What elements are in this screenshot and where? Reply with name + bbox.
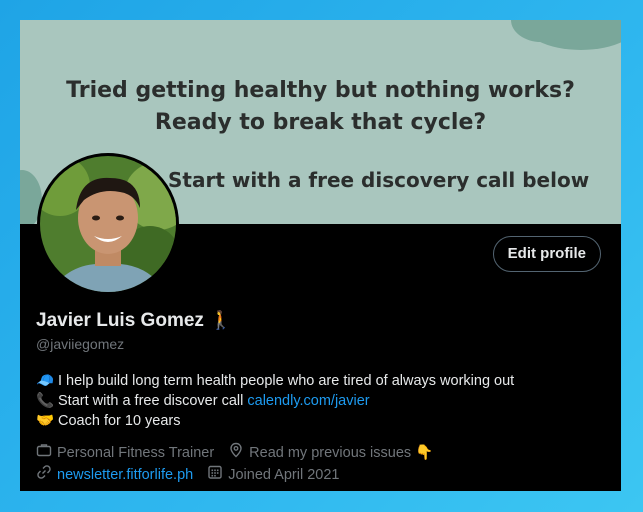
banner-headline: Tried getting healthy but nothing works?… bbox=[20, 75, 621, 139]
bio-line: 📞 Start with a free discover call calendl… bbox=[36, 391, 514, 411]
bio-line: 🤝 Coach for 10 years bbox=[36, 411, 514, 431]
meta-row: newsletter.fitforlife.ph Joined April 20… bbox=[36, 464, 433, 486]
bio-text: Start with a free discover call bbox=[58, 393, 248, 409]
briefcase-icon bbox=[36, 442, 52, 464]
meta-category: Personal Fitness Trainer bbox=[57, 444, 215, 461]
handshake-icon: 🤝 bbox=[36, 413, 55, 429]
banner-cta: Start with a free discovery call below bbox=[168, 168, 590, 192]
profile-meta: Personal Fitness Trainer Read my previou… bbox=[36, 442, 433, 486]
cap-icon: 🧢 bbox=[36, 373, 55, 389]
calendar-icon bbox=[207, 464, 223, 486]
banner-headline-line1: Tried getting healthy but nothing works? bbox=[66, 78, 575, 103]
phone-icon: 📞 bbox=[36, 393, 55, 409]
bio-text: I help build long term health people who… bbox=[58, 373, 515, 389]
website-link[interactable]: newsletter.fitforlife.ph bbox=[57, 467, 193, 483]
profile-card: Tried getting healthy but nothing works?… bbox=[20, 20, 621, 491]
bio-line: 🧢 I help build long term health people wh… bbox=[36, 371, 514, 391]
bio-link[interactable]: calendly.com/javier bbox=[247, 393, 369, 409]
meta-row: Personal Fitness Trainer Read my previou… bbox=[36, 442, 433, 464]
avatar-photo bbox=[40, 156, 176, 292]
profile-name-text: Javier Luis Gomez bbox=[36, 310, 204, 331]
banner-headline-line2: Ready to break that cycle? bbox=[154, 110, 487, 135]
location-pin-icon bbox=[228, 442, 244, 464]
profile-bio: 🧢 I help build long term health people wh… bbox=[36, 371, 514, 431]
profile-handle: @javiiegomez bbox=[36, 336, 125, 352]
profile-name: Javier Luis Gomez 🚶 bbox=[36, 310, 232, 332]
link-icon bbox=[36, 464, 52, 486]
edit-profile-button[interactable]: Edit profile bbox=[492, 236, 601, 272]
bio-text: Coach for 10 years bbox=[58, 413, 181, 429]
avatar[interactable] bbox=[37, 153, 179, 295]
pointing-down-icon: 👇 bbox=[415, 444, 434, 461]
walking-person-icon: 🚶 bbox=[209, 310, 233, 330]
meta-joined: Joined April 2021 bbox=[228, 466, 340, 483]
meta-location: Read my previous issues bbox=[249, 444, 412, 461]
